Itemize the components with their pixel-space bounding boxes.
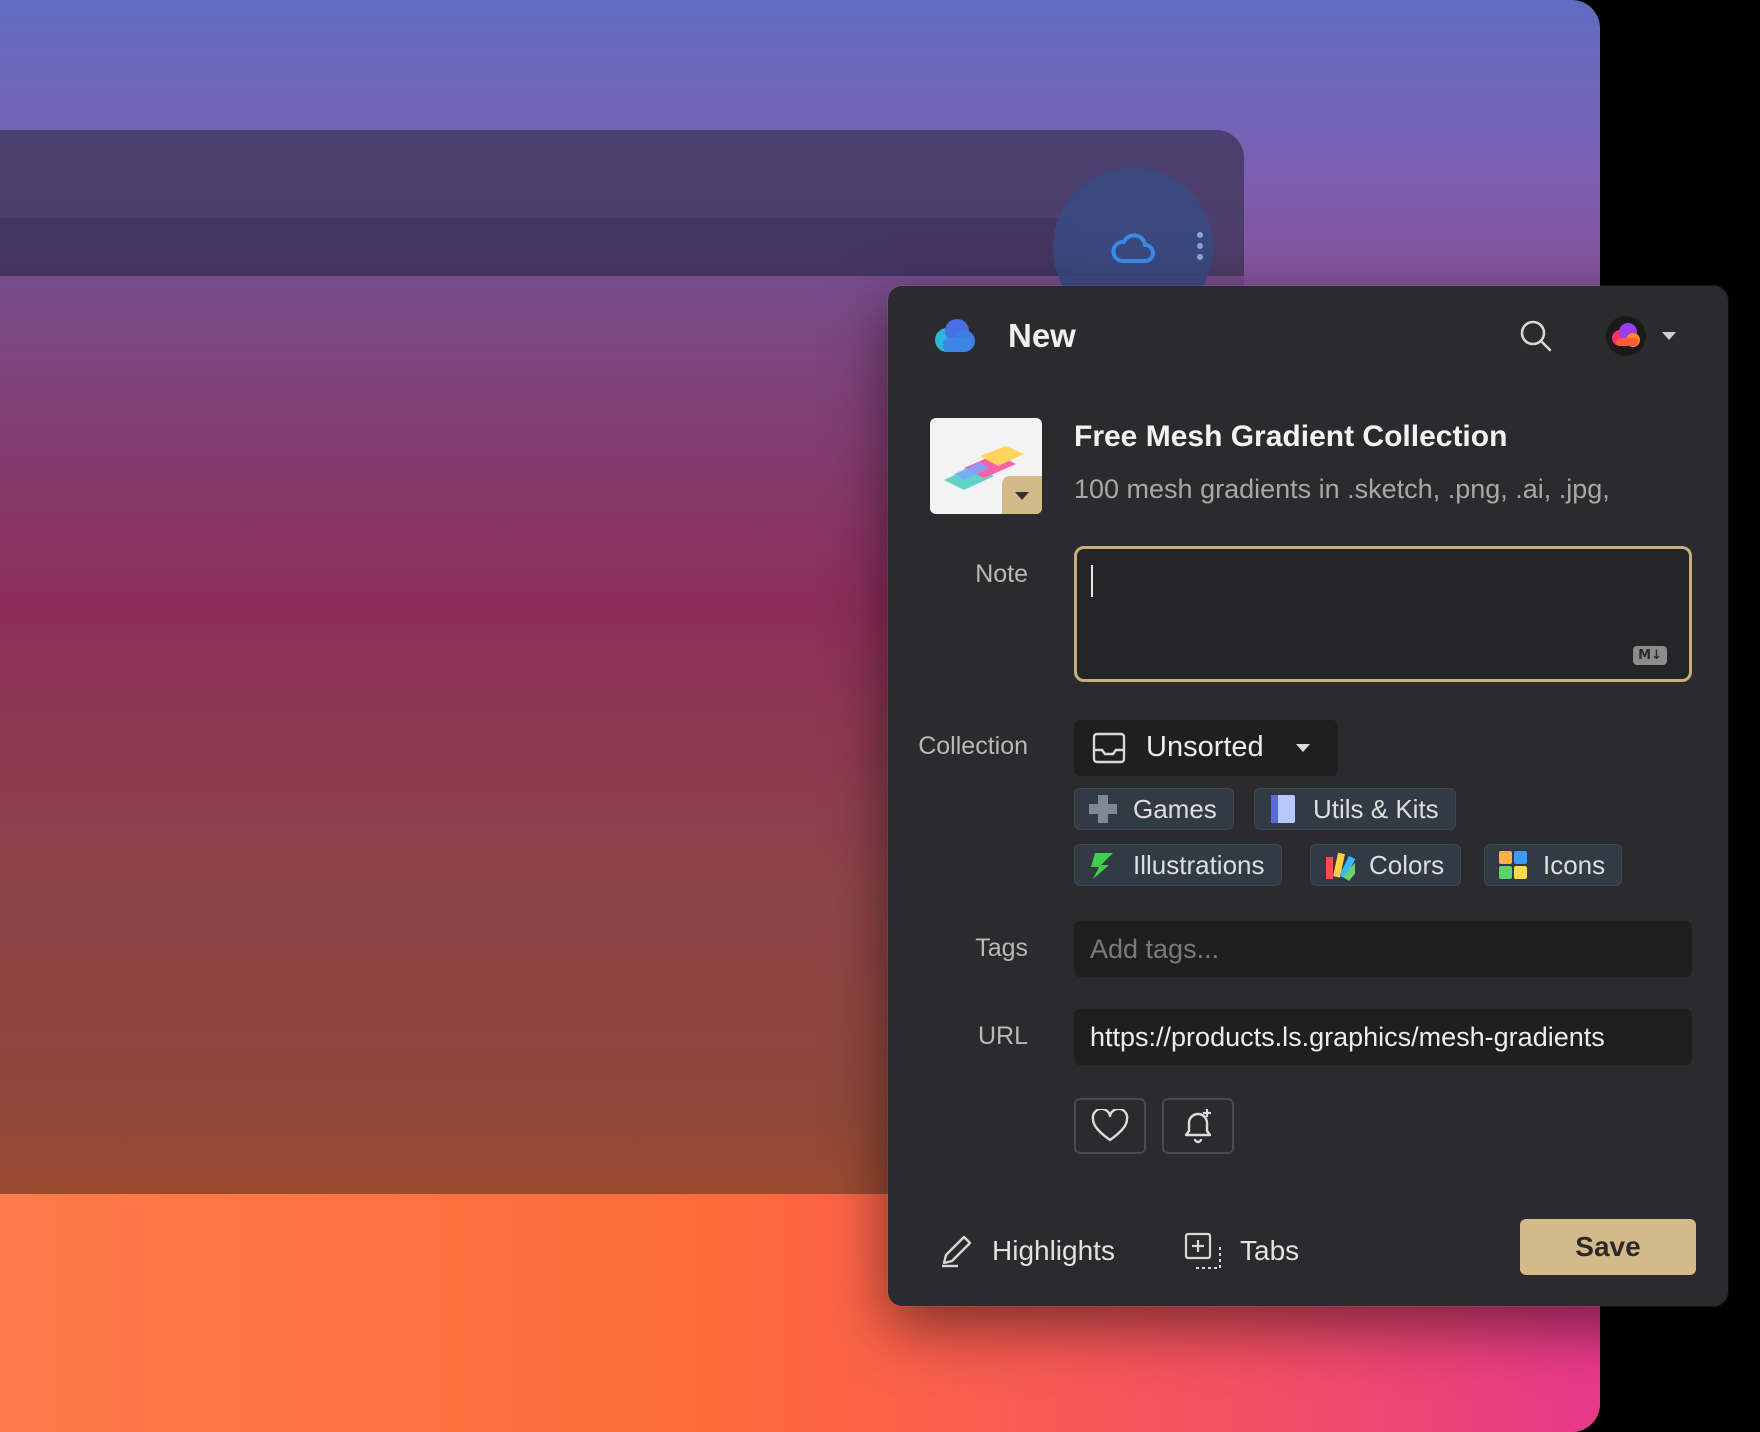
inbox-icon bbox=[1092, 732, 1126, 764]
text-caret bbox=[1091, 565, 1093, 597]
avatar-cloud-icon bbox=[1612, 323, 1640, 347]
illustration-icon bbox=[1091, 853, 1113, 879]
book-icon bbox=[1271, 795, 1295, 823]
icons-grid-icon bbox=[1499, 851, 1527, 879]
collection-suggestion-icons[interactable]: Icons bbox=[1484, 844, 1623, 886]
game-cross-icon bbox=[1089, 795, 1117, 823]
thumbnail-dropdown-button[interactable] bbox=[1002, 476, 1042, 514]
tags-label: Tags bbox=[975, 934, 1028, 962]
collection-suggestion-colors[interactable]: Colors bbox=[1310, 844, 1462, 886]
item-description[interactable]: 100 mesh gradients in .sketch, .png, .ai… bbox=[1074, 474, 1610, 505]
save-popup: New Free Mesh Gradient Collection 100 me… bbox=[888, 286, 1728, 1306]
collection-label: Collection bbox=[918, 732, 1028, 760]
avatar[interactable] bbox=[1606, 316, 1646, 356]
chevron-down-icon[interactable] bbox=[1662, 332, 1676, 340]
bell-plus-icon bbox=[1184, 1109, 1212, 1144]
collection-suggestion-illustrations[interactable]: Illustrations bbox=[1074, 844, 1282, 886]
item-thumbnail[interactable] bbox=[930, 418, 1042, 514]
note-label: Note bbox=[975, 560, 1028, 588]
collection-select[interactable]: Unsorted bbox=[1074, 720, 1338, 776]
heart-icon bbox=[1091, 1109, 1129, 1142]
highlights-button[interactable]: Highlights bbox=[938, 1226, 1115, 1276]
highlights-label: Highlights bbox=[992, 1235, 1115, 1266]
note-field[interactable]: M↓ bbox=[1074, 546, 1692, 682]
browser-menu-icon[interactable] bbox=[1196, 232, 1204, 266]
item-title[interactable]: Free Mesh Gradient Collection bbox=[1074, 420, 1507, 454]
app-logo-icon bbox=[935, 319, 975, 352]
markdown-icon: M↓ bbox=[1633, 646, 1667, 665]
tags-input[interactable] bbox=[1074, 921, 1692, 977]
popup-title: New bbox=[1008, 317, 1076, 354]
add-tab-icon bbox=[1184, 1232, 1221, 1269]
reminder-button[interactable] bbox=[1162, 1098, 1234, 1154]
favorite-button[interactable] bbox=[1074, 1098, 1146, 1154]
save-button[interactable]: Save bbox=[1520, 1219, 1696, 1275]
cloud-icon[interactable] bbox=[1110, 228, 1156, 268]
chevron-down-icon bbox=[1296, 744, 1310, 752]
tabs-label: Tabs bbox=[1240, 1235, 1300, 1266]
url-field[interactable]: https://products.ls.graphics/mesh-gradie… bbox=[1074, 1009, 1692, 1065]
address-bar[interactable] bbox=[0, 218, 1085, 276]
tabs-button[interactable]: Tabs bbox=[1184, 1226, 1299, 1276]
url-label: URL bbox=[977, 1022, 1028, 1050]
collection-suggestion-games[interactable]: Games bbox=[1074, 788, 1234, 830]
collection-suggestion-utils-kits[interactable]: Utils & Kits bbox=[1254, 788, 1456, 830]
pencil-icon bbox=[942, 1235, 972, 1268]
search-icon[interactable] bbox=[1518, 318, 1554, 354]
collection-selected-value: Unsorted bbox=[1146, 731, 1264, 763]
palette-icon bbox=[1326, 852, 1355, 881]
